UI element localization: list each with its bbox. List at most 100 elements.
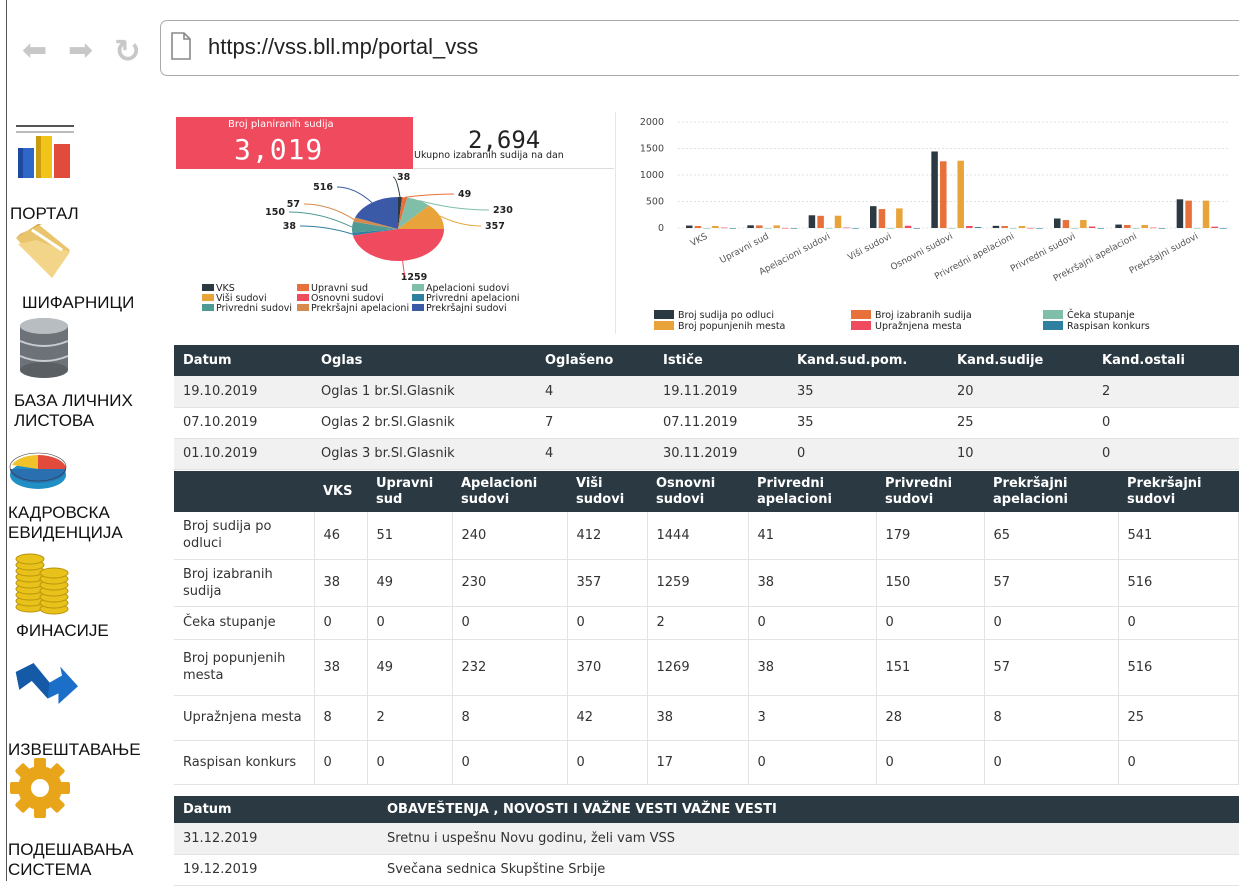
bar[interactable]	[1176, 199, 1184, 228]
bar[interactable]	[852, 228, 859, 229]
legend-label[interactable]: Broj popunjenih mesta	[678, 321, 785, 332]
bar[interactable]	[834, 215, 842, 228]
legend-swatch[interactable]	[1043, 310, 1063, 319]
bar[interactable]	[1185, 200, 1192, 228]
bar[interactable]	[826, 228, 833, 229]
table-row[interactable]: 01.10.2019 Oglas 3 br.Sl.Glasnik 4 30.11.20…	[174, 438, 1239, 470]
bar[interactable]	[948, 227, 956, 229]
table-row[interactable]: Broj izabranih sudija 38 49 230 357 1259 38 150…	[174, 559, 1239, 607]
back-arrow-icon[interactable]: ⬅	[22, 31, 47, 71]
bar[interactable]	[1097, 228, 1105, 229]
bar[interactable]	[756, 225, 763, 228]
column-header[interactable]: Prekršajni sudovi	[1118, 471, 1239, 512]
column-header[interactable]: Privredni sudovi	[876, 471, 984, 512]
legend-swatch[interactable]	[654, 321, 674, 330]
table-row[interactable]: Raspisan konkurs 0 0 0 0 17 0 0 0 0	[174, 740, 1239, 785]
bar[interactable]	[1115, 224, 1122, 228]
bar[interactable]	[1132, 228, 1140, 229]
bar[interactable]	[808, 215, 816, 228]
bar[interactable]	[747, 225, 754, 228]
bar[interactable]	[904, 225, 912, 228]
bar[interactable]	[703, 228, 710, 229]
bar[interactable]	[1054, 218, 1061, 228]
table-row[interactable]: 07.10.2019 Oglas 2 br.Sl.Glasnik 7 07.11.20…	[174, 407, 1239, 439]
bar[interactable]	[720, 227, 728, 229]
column-header[interactable]: Oglas	[312, 345, 536, 376]
bar[interactable]	[1220, 228, 1227, 229]
legend-swatch[interactable]	[297, 304, 309, 311]
legend-swatch[interactable]	[202, 294, 214, 301]
pie-slice[interactable]	[352, 229, 444, 262]
bar[interactable]	[1158, 228, 1166, 229]
column-header[interactable]: Apelacioni sudovi	[452, 471, 567, 512]
legend-label[interactable]: Privredni sudovi	[216, 303, 292, 314]
legend-swatch[interactable]	[412, 284, 424, 291]
bar[interactable]	[913, 228, 921, 229]
table-row[interactable]: 19.10.2019 Oglas 1 br.Sl.Glasnik 4 19.11.20…	[174, 376, 1239, 408]
bar[interactable]	[1027, 227, 1034, 229]
table-row[interactable]: Upražnjena mesta 8 2 8 42 38 3 28 8 25	[174, 695, 1239, 741]
bar[interactable]	[790, 228, 798, 229]
legend-swatch[interactable]	[851, 321, 871, 330]
column-header[interactable]: Kand.sudije	[948, 345, 1093, 376]
bar[interactable]	[1194, 228, 1201, 229]
bar[interactable]	[712, 225, 719, 228]
bar[interactable]	[1088, 226, 1096, 228]
legend-swatch[interactable]	[412, 294, 424, 301]
column-header[interactable]: Osnovni sudovi	[647, 471, 748, 512]
bar[interactable]	[1071, 228, 1078, 229]
legend-swatch[interactable]	[297, 284, 309, 291]
legend-swatch[interactable]	[412, 304, 424, 311]
column-header[interactable]: Upravni sud	[367, 471, 452, 512]
column-header[interactable]: Kand.ostali	[1093, 345, 1239, 376]
legend-label[interactable]: Čeka stupanje	[1067, 309, 1135, 321]
bar[interactable]	[940, 161, 947, 228]
bar[interactable]	[870, 206, 877, 228]
column-header[interactable]: Datum	[174, 345, 312, 376]
bar[interactable]	[729, 228, 737, 229]
column-header[interactable]: Oglašeno	[536, 345, 654, 376]
bar[interactable]	[992, 225, 1000, 228]
bar[interactable]	[764, 228, 772, 229]
bar[interactable]	[974, 227, 982, 228]
legend-label[interactable]: Raspisan konkurs	[1067, 321, 1150, 332]
bar[interactable]	[782, 227, 789, 229]
table-row[interactable]: Broj sudija po odluci 46 51 240 412 1444 41 179…	[174, 512, 1239, 560]
column-header[interactable]: Datum	[174, 796, 378, 823]
bar[interactable]	[966, 225, 973, 228]
bar[interactable]	[686, 225, 693, 228]
forward-arrow-icon[interactable]: ➡	[68, 31, 93, 71]
legend-swatch[interactable]	[1043, 321, 1063, 330]
bar[interactable]	[1010, 228, 1017, 229]
bar[interactable]	[1211, 226, 1218, 228]
bar[interactable]	[773, 225, 780, 228]
legend-swatch[interactable]	[297, 294, 309, 301]
column-header[interactable]: Ističe	[654, 345, 788, 376]
legend-label[interactable]: Broj izabranih sudija	[875, 310, 972, 321]
bar[interactable]	[887, 228, 894, 229]
bar[interactable]	[1124, 224, 1131, 228]
bar[interactable]	[1018, 225, 1026, 228]
reload-icon[interactable]: ↻	[114, 31, 141, 71]
column-header[interactable]: Kand.sud.pom.	[788, 345, 948, 376]
column-header[interactable]: Viši sudovi	[567, 471, 647, 512]
bar[interactable]	[1141, 224, 1148, 228]
table-row[interactable]: 31.12.2019 Sretnu i uspešnu Novu godinu, …	[174, 823, 1239, 855]
bar[interactable]	[843, 227, 850, 229]
table-row[interactable]: Broj popunjenih mesta 38 49 232 370 1269 38 151…	[174, 639, 1239, 696]
column-header[interactable]: VKS	[314, 471, 367, 512]
bar[interactable]	[931, 151, 938, 228]
table-row[interactable]: 19.12.2019 Svečana sednica Skupštine Srbi…	[174, 854, 1239, 886]
legend-swatch[interactable]	[202, 284, 214, 291]
bar[interactable]	[1150, 227, 1157, 229]
bar[interactable]	[1062, 220, 1070, 228]
legend-label[interactable]: Upražnjena mesta	[875, 321, 962, 332]
legend-swatch[interactable]	[851, 310, 871, 319]
column-header[interactable]: Privredni apelacioni	[748, 471, 876, 512]
bar[interactable]	[1001, 225, 1008, 228]
legend-label[interactable]: Prekršajni sudovi	[426, 303, 507, 314]
bar[interactable]	[957, 160, 964, 228]
bar[interactable]	[817, 215, 824, 228]
url-text[interactable]: https://vss.bll.mp/portal_vss	[208, 34, 478, 60]
bar[interactable]	[896, 208, 903, 228]
